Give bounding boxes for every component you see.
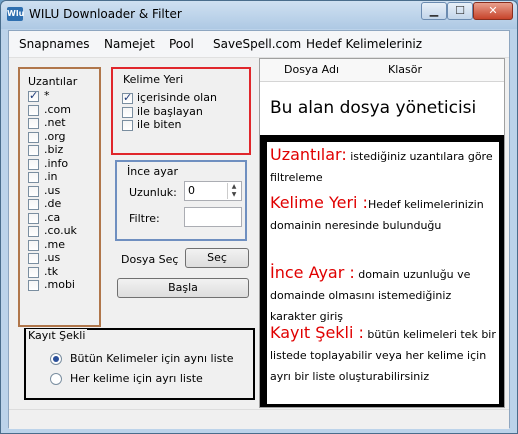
help-note: İnce Ayar : domain uzunluğu ve domainde … (270, 262, 498, 327)
extension-checkbox[interactable] (28, 212, 39, 224)
extension-checkbox[interactable] (28, 199, 39, 210)
extension-checkbox[interactable] (28, 185, 39, 197)
extension-checkbox[interactable] (28, 280, 39, 291)
word-position-title: Kelime Yeri (121, 73, 186, 86)
save-mode-group: Kayıt Şekli Bütün Kelimeler için aynı li… (24, 328, 255, 400)
length-label: Uzunluk: (129, 186, 177, 199)
stepper-arrows-icon[interactable]: ▲ ▼ (227, 183, 240, 199)
help-note-title: Kelime Yeri : (270, 193, 368, 212)
help-note: Kelime Yeri :Hedef kelimelerinizin domai… (270, 192, 498, 236)
menu-savespell[interactable]: SaveSpell.com (213, 37, 301, 51)
extension-label: .us (44, 251, 61, 264)
fine-tune-title: İnce ayar (125, 165, 181, 178)
title-bar[interactable]: Wlu WILU Downloader & Filter ▁ ☐ ✕ (1, 1, 517, 29)
file-manager-grid[interactable]: Dosya Adı Klasör Bu alan dosya yöneticis… (259, 58, 505, 408)
extension-label: .de (44, 197, 62, 210)
grid-header: Dosya Adı Klasör (260, 59, 504, 82)
save-mode-label: Her kelime için ayrı liste (70, 372, 203, 385)
help-note-content: Uzantılar: istediğiniz uzantılara göre f… (267, 142, 499, 404)
extension-label: .me (44, 237, 65, 251)
extension-label: .mobi (44, 278, 75, 291)
fine-tune-group: İnce ayar Uzunluk: 0 ▲ ▼ Filtre: (115, 160, 247, 241)
extensions-group: Uzantılar *.com.net.org.biz.info.in.us.d… (18, 67, 101, 327)
save-mode-radio[interactable] (50, 353, 62, 365)
extension-label: .biz (44, 143, 64, 156)
maximize-button[interactable]: ☐ (447, 2, 473, 20)
menu-pool[interactable]: Pool (169, 37, 194, 51)
length-value: 0 (188, 184, 195, 197)
save-mode-title: Kayıt Şekli (26, 329, 88, 342)
extension-label: .ca (44, 210, 61, 224)
status-strip (9, 409, 509, 429)
app-window: Wlu WILU Downloader & Filter ▁ ☐ ✕ Snapn… (0, 0, 518, 434)
client-area: Snapnames Namejet Pool SaveSpell.com Hed… (8, 30, 510, 429)
save-mode-radio[interactable] (50, 373, 62, 385)
extension-checkbox[interactable] (28, 239, 39, 251)
word-position-checkbox[interactable] (122, 106, 133, 118)
extension-checkbox[interactable] (28, 226, 39, 237)
extension-label: .info (44, 156, 69, 170)
extension-checkbox[interactable] (28, 253, 39, 264)
extension-checkbox[interactable] (28, 104, 39, 116)
extension-checkbox[interactable] (28, 172, 39, 183)
extension-checkbox[interactable] (28, 145, 39, 156)
column-folder[interactable]: Klasör (388, 63, 422, 76)
extension-label: .net (44, 116, 66, 129)
extension-checkbox[interactable] (28, 266, 39, 278)
filter-input[interactable] (184, 207, 242, 227)
extension-label: .us (44, 183, 61, 197)
length-stepper[interactable]: 0 ▲ ▼ (184, 181, 242, 201)
extension-checkbox[interactable] (28, 158, 39, 170)
close-button[interactable]: ✕ (473, 2, 513, 20)
menu-bar: Snapnames Namejet Pool SaveSpell.com Hed… (9, 31, 509, 58)
help-note-box: Uzantılar: istediğiniz uzantılara göre f… (260, 135, 504, 407)
extension-checkbox[interactable] (28, 118, 39, 129)
save-mode-label: Bütün Kelimeler için aynı liste (70, 352, 234, 365)
extension-label: .com (44, 102, 71, 116)
menu-target-words[interactable]: Hedef Kelimeleriniz (306, 37, 422, 51)
help-note-title: Uzantılar: (270, 145, 347, 164)
extension-label: .co.uk (44, 224, 77, 237)
extension-checkbox[interactable] (28, 131, 39, 143)
word-position-label: ile biten (137, 118, 182, 131)
window-title: WILU Downloader & Filter (29, 7, 182, 21)
start-button[interactable]: Başla (117, 278, 249, 298)
extension-checkbox[interactable] (28, 89, 39, 102)
extension-label: * (44, 89, 50, 102)
menu-snapnames[interactable]: Snapnames (19, 37, 89, 51)
file-select-label: Dosya Seç (121, 253, 179, 266)
word-position-checkbox[interactable] (122, 120, 133, 131)
filter-label: Filtre: (129, 212, 160, 225)
extensions-title: Uzantılar (26, 75, 80, 88)
app-icon: Wlu (7, 7, 24, 21)
help-note-title: Kayıt Şekli : (270, 323, 364, 342)
help-note-title: İnce Ayar : (270, 263, 355, 282)
word-position-checkbox[interactable] (122, 91, 133, 104)
help-note: Kayıt Şekli : bütün kelimeleri tek bir l… (270, 322, 498, 387)
extension-label: .in (44, 170, 58, 183)
word-position-group: Kelime Yeri içerisinde olanile başlayani… (111, 67, 251, 155)
select-file-button[interactable]: Seç (185, 248, 249, 268)
extension-label: .org (44, 129, 66, 143)
menu-namejet[interactable]: Namejet (104, 37, 155, 51)
column-filename[interactable]: Dosya Adı (284, 63, 339, 76)
word-position-label: içerisinde olan (137, 91, 217, 104)
minimize-button[interactable]: ▁ (421, 2, 447, 20)
grid-caption: Bu alan dosya yöneticisi (270, 98, 477, 118)
help-note: Uzantılar: istediğiniz uzantılara göre f… (270, 144, 498, 188)
word-position-label: ile başlayan (137, 104, 203, 118)
extension-label: .tk (44, 264, 59, 278)
